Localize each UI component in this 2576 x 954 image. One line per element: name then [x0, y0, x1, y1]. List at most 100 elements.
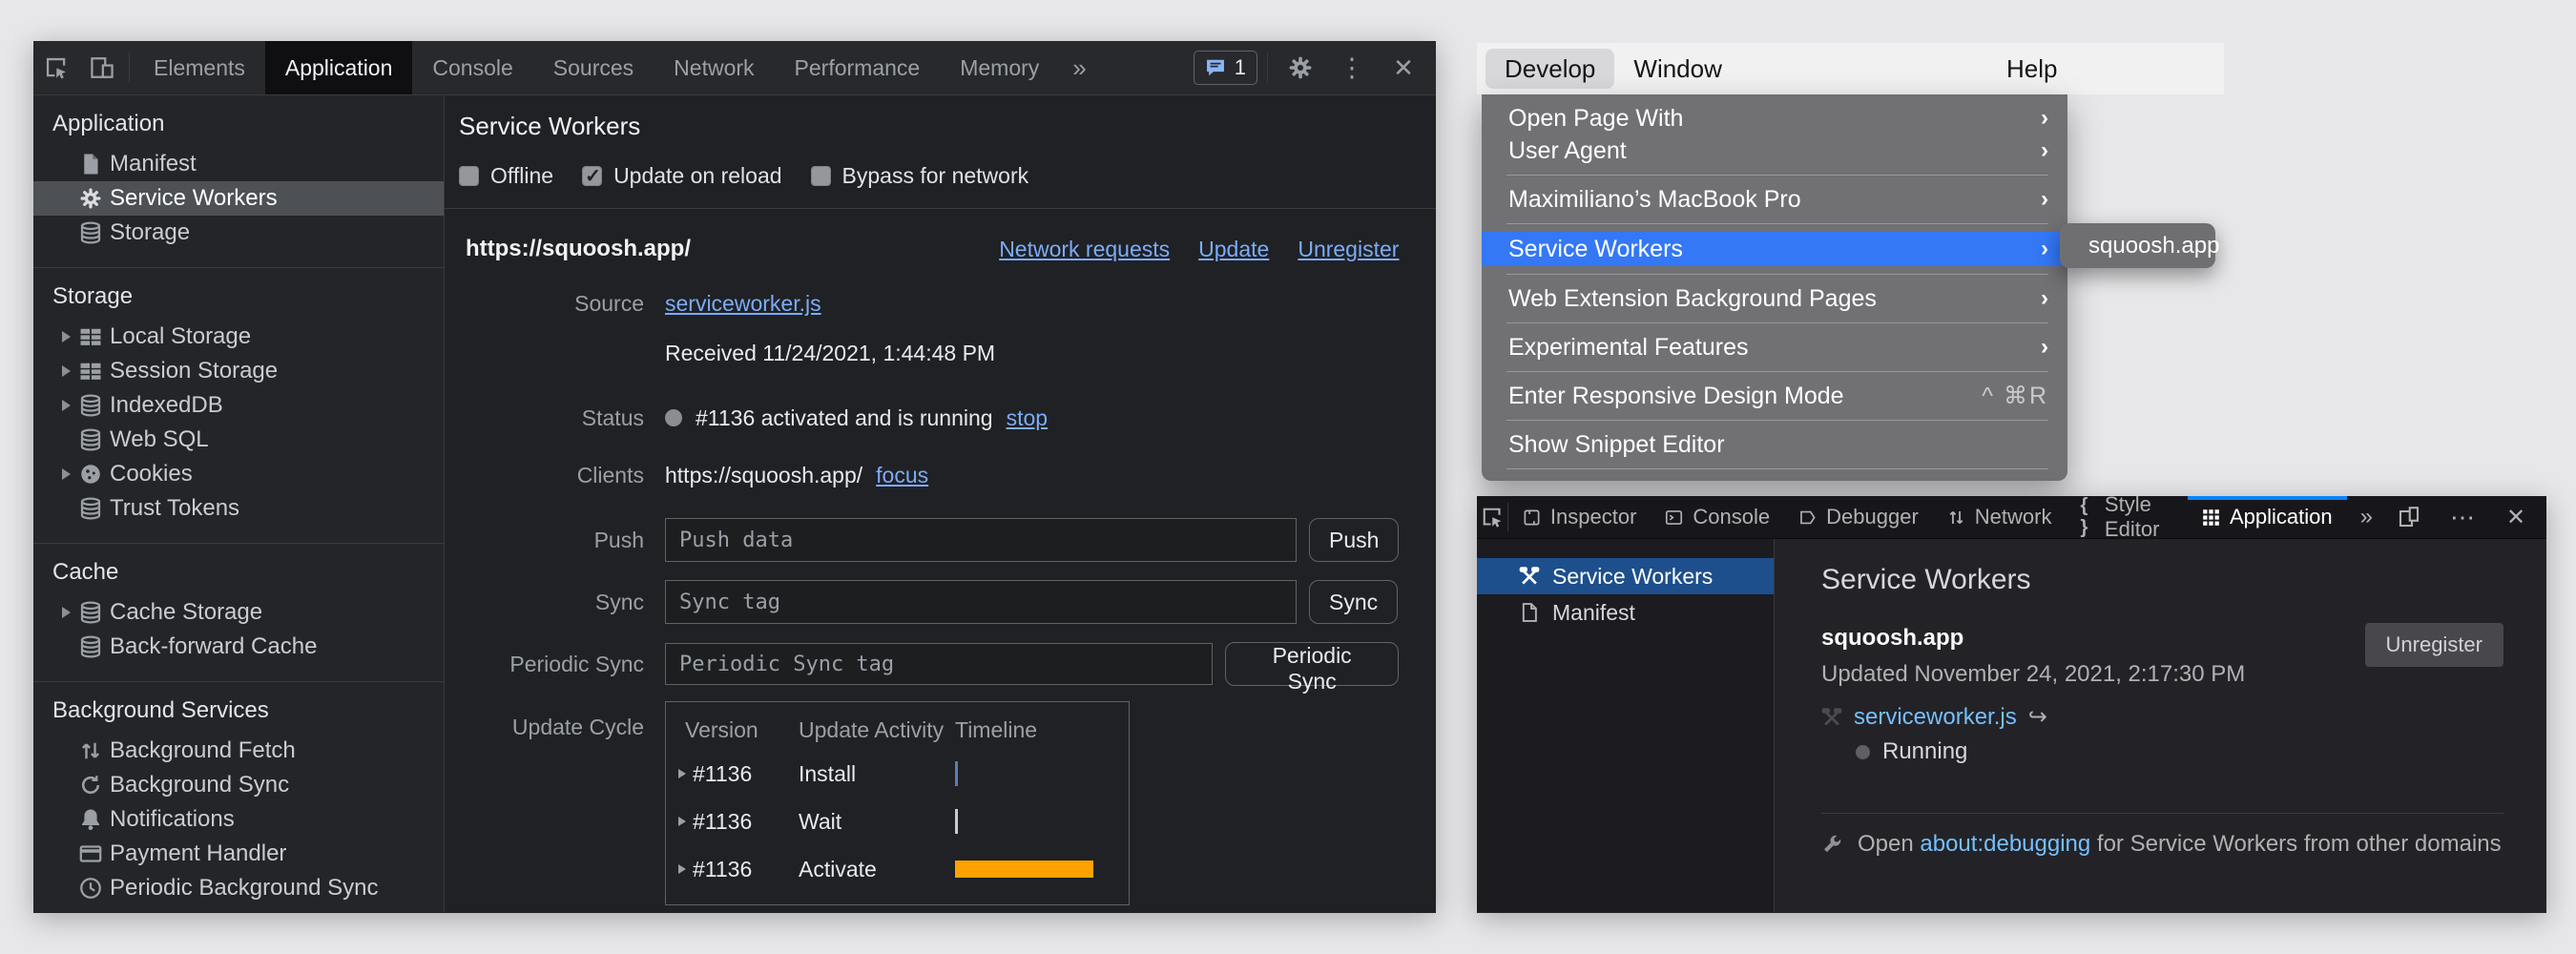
tab-debugger[interactable]: Debugger [1784, 496, 1933, 538]
sidebar-item-manifest[interactable]: Manifest [33, 147, 444, 181]
status-text: #1136 activated and is running [696, 404, 993, 432]
tab-application[interactable]: Application [2188, 496, 2347, 538]
tab-network[interactable]: Network [654, 41, 774, 94]
update-link[interactable]: Update [1198, 232, 1269, 266]
checkbox-icon[interactable] [459, 166, 479, 186]
more-tabs-icon[interactable] [2347, 504, 2386, 530]
menu-item-open-page-with[interactable]: Open Page With [1482, 102, 2067, 135]
checkbox-icon[interactable] [811, 166, 831, 186]
sidebar-item-storage[interactable]: Storage [33, 216, 444, 250]
tab-elements[interactable]: Elements [134, 41, 265, 94]
focus-link[interactable]: focus [876, 461, 928, 489]
console-messages-badge[interactable]: 1 [1194, 51, 1257, 85]
update-on-reload-checkbox[interactable]: Update on reload [582, 163, 781, 189]
tab-performance[interactable]: Performance [775, 41, 941, 94]
timeline-tick-icon [955, 761, 958, 786]
expand-arrow-icon[interactable] [678, 769, 686, 778]
checkbox-checked-icon[interactable] [582, 166, 602, 186]
unregister-button[interactable]: Unregister [2365, 623, 2503, 667]
sidebar-item-local-storage[interactable]: Local Storage [33, 320, 444, 354]
sidebar-item-periodic-background-sync[interactable]: Periodic Background Sync [33, 871, 444, 905]
network-requests-link[interactable]: Network requests [999, 232, 1170, 266]
menu-separator [1506, 420, 2048, 421]
sidebar-item-service-workers[interactable]: Service Workers [33, 181, 444, 216]
submenu-item-squoosh[interactable]: squoosh.app [2088, 233, 2219, 259]
kebab-menu-icon[interactable] [1329, 53, 1375, 83]
sync-button[interactable]: Sync [1309, 580, 1398, 624]
sidebar-item-notifications[interactable]: Notifications [33, 802, 444, 837]
menu-item-service-workers[interactable]: Service Workers [1482, 232, 2067, 266]
database-icon [79, 394, 102, 417]
sidebar-item-background-sync[interactable]: Background Sync [33, 768, 444, 802]
table-row[interactable]: #1136 Wait [666, 798, 1129, 845]
close-icon[interactable] [2493, 504, 2539, 531]
periodic-sync-tag-input[interactable] [665, 643, 1213, 685]
database-icon [79, 221, 102, 244]
menu-item-user-agent[interactable]: User Agent [1482, 135, 2067, 167]
expand-arrow-icon[interactable] [62, 400, 71, 411]
expand-arrow-icon[interactable] [62, 468, 71, 480]
tab-inspector[interactable]: Inspector [1508, 496, 1652, 538]
inspect-element-icon[interactable] [33, 41, 79, 94]
bypass-for-network-checkbox[interactable]: Bypass for network [811, 163, 1029, 189]
tab-sources[interactable]: Sources [533, 41, 654, 94]
pick-element-icon[interactable] [1477, 496, 1507, 538]
sidebar-section-cache: Cache Cache Storage Back-forward Cache [33, 544, 444, 682]
menu-item-macbook-pro[interactable]: Maximiliano’s MacBook Pro [1482, 183, 2067, 216]
service-workers-submenu[interactable]: squoosh.app [2060, 223, 2215, 268]
periodic-sync-button[interactable]: Periodic Sync [1225, 642, 1400, 686]
close-icon[interactable] [1381, 53, 1426, 83]
menu-item-enter-responsive-design-mode[interactable]: Enter Responsive Design Mode^ ⌘R [1482, 380, 2067, 412]
sidebar-item-session-storage[interactable]: Session Storage [33, 354, 444, 388]
open-file-arrow-icon[interactable] [2028, 703, 2047, 731]
tab-network[interactable]: Network [1933, 496, 2067, 538]
push-button[interactable]: Push [1309, 518, 1399, 562]
menu-item-show-snippet-editor[interactable]: Show Snippet Editor [1482, 428, 2067, 461]
worker-file-link[interactable]: serviceworker.js [1854, 704, 2017, 731]
source-file-link[interactable]: serviceworker.js [665, 291, 821, 316]
responsive-design-icon[interactable] [2386, 506, 2432, 529]
expand-arrow-icon[interactable] [62, 331, 71, 342]
unregister-link[interactable]: Unregister [1298, 232, 1399, 266]
sidebar-item-service-workers[interactable]: Service Workers [1477, 558, 1774, 594]
sidebar-item-push-messaging[interactable]: Push Messaging [33, 905, 444, 912]
menubar-item-window[interactable]: Window [1614, 49, 1740, 89]
submenu-chevron-icon [2041, 186, 2048, 213]
menubar-item-help[interactable]: Help [1987, 49, 2076, 89]
meatball-menu-icon[interactable] [2440, 503, 2485, 532]
table-row[interactable]: #1136 Activate [666, 845, 1129, 893]
settings-gear-icon[interactable] [1278, 55, 1323, 80]
push-data-input[interactable] [665, 518, 1297, 562]
offline-checkbox[interactable]: Offline [459, 163, 553, 189]
sidebar-item-web-sql[interactable]: Web SQL [33, 423, 444, 457]
sidebar-item-cookies[interactable]: Cookies [33, 457, 444, 491]
tab-console[interactable]: Console [1651, 496, 1784, 538]
status-dot-icon [665, 409, 682, 426]
sidebar-item-payment-handler[interactable]: Payment Handler [33, 837, 444, 871]
submenu-chevron-icon [2041, 236, 2048, 262]
table-row[interactable]: #1136 Install [666, 750, 1129, 798]
more-tabs-icon[interactable] [1059, 53, 1099, 83]
expand-arrow-icon[interactable] [62, 365, 71, 377]
sidebar-item-trust-tokens[interactable]: Trust Tokens [33, 491, 444, 526]
sidebar-item-cache-storage[interactable]: Cache Storage [33, 595, 444, 630]
sidebar-item-indexeddb[interactable]: IndexedDB [33, 388, 444, 423]
tab-style-editor[interactable]: Style Editor [2066, 496, 2188, 538]
sidebar-item-background-fetch[interactable]: Background Fetch [33, 734, 444, 768]
expand-arrow-icon[interactable] [678, 817, 686, 826]
device-toolbar-icon[interactable] [79, 41, 125, 94]
network-arrows-icon [1947, 508, 1965, 527]
tab-memory[interactable]: Memory [940, 41, 1059, 94]
stop-link[interactable]: stop [1007, 404, 1048, 432]
sidebar-item-manifest[interactable]: Manifest [1477, 594, 1774, 631]
tab-application[interactable]: Application [265, 41, 413, 94]
tab-console[interactable]: Console [412, 41, 532, 94]
expand-arrow-icon[interactable] [678, 864, 686, 874]
sync-tag-input[interactable] [665, 580, 1297, 624]
menu-item-web-extension-background-pages[interactable]: Web Extension Background Pages [1482, 282, 2067, 315]
menu-item-experimental-features[interactable]: Experimental Features [1482, 331, 2067, 363]
expand-arrow-icon[interactable] [62, 607, 71, 618]
about-debugging-link[interactable]: about:debugging [1920, 831, 2090, 857]
sidebar-item-back-forward-cache[interactable]: Back-forward Cache [33, 630, 444, 664]
menubar-item-develop[interactable]: Develop [1485, 49, 1614, 89]
